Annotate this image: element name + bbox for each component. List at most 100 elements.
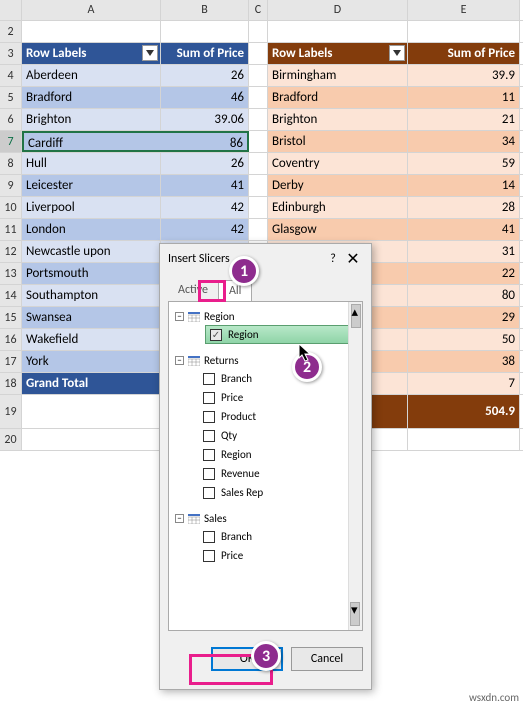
row-header[interactable]: 5 [0,87,22,108]
pivot-cell[interactable]: 39.06 [161,109,249,130]
collapse-icon[interactable]: − [175,356,184,365]
row-header[interactable]: 17 [0,351,22,372]
pivot-cell[interactable]: Portsmouth [22,263,161,284]
pivot-total-cell[interactable]: 504.9 [408,395,520,428]
collapse-icon[interactable]: − [175,312,184,321]
checkbox-icon[interactable] [203,487,215,499]
checkbox-icon[interactable] [203,430,215,442]
pivot-cell[interactable]: 86 [161,131,249,152]
table-row[interactable]: 10Liverpool42 Edinburgh28 [0,197,523,219]
pivot-cell[interactable]: Southampton [22,285,161,306]
table-row[interactable]: 2 [0,21,523,43]
pivot-cell[interactable]: Bradford [22,87,161,108]
row-header[interactable]: 10 [0,197,22,218]
pivot-cell[interactable]: 7 [408,373,520,394]
pivot-cell[interactable]: Wakefield [22,329,161,350]
row-header[interactable]: 15 [0,307,22,328]
pivot-cell[interactable]: Leicester [22,175,161,196]
pivot-cell[interactable]: York [22,351,161,372]
row-header[interactable]: 4 [0,65,22,86]
table-row[interactable]: 3Row LabelsSum of PriceRow LabelsSum of … [0,43,523,65]
pivot-cell[interactable]: 80 [408,285,520,306]
select-all-corner[interactable] [0,0,22,20]
checkbox-icon[interactable] [203,531,215,543]
pivot-cell[interactable]: 59 [408,153,520,174]
table-row[interactable]: 6Brighton39.06Brighton21 [0,109,523,131]
pivot-cell[interactable]: Aberdeen [22,65,161,86]
pivot-cell[interactable]: 26 [161,65,249,86]
tree-group-header[interactable]: −Region [173,308,358,325]
tree-item-selected[interactable]: Region [205,325,354,344]
pivot-cell[interactable]: 21 [408,109,520,130]
close-button[interactable]: ✕ [343,249,363,269]
pivot-cell[interactable]: 38 [408,351,520,372]
row-header[interactable]: 16 [0,329,22,350]
cancel-button[interactable]: Cancel [291,647,363,671]
pivot-cell[interactable]: London [22,219,161,240]
tree-item[interactable]: Sales Rep [201,483,358,502]
checkbox-icon[interactable] [203,392,215,404]
row-header[interactable]: 20 [0,429,22,450]
pivot-cell[interactable]: 22 [408,263,520,284]
pivot-cell[interactable]: 11 [408,87,520,108]
pivot-cell[interactable]: 41 [408,219,520,240]
tree-item[interactable]: Branch [201,527,358,546]
pivot-cell[interactable]: Derby [268,175,408,196]
pivot-cell[interactable]: Brighton [268,109,408,130]
col-header-A[interactable]: A [22,0,161,20]
scrollbar-top-arrow[interactable]: ▴ [351,304,361,328]
pivot-header[interactable]: Row Labels [268,43,408,64]
checkbox-icon[interactable] [203,468,215,480]
pivot-cell[interactable]: 14 [408,175,520,196]
tree-item[interactable]: Price [201,388,358,407]
pivot-cell[interactable]: 42 [161,197,249,218]
pivot-cell[interactable]: 28 [408,197,520,218]
table-row[interactable]: 4Aberdeen26 Birmingham39.9 [0,65,523,87]
pivot-cell[interactable]: Birmingham [268,65,408,86]
pivot-cell[interactable]: Swansea [22,307,161,328]
pivot-cell[interactable]: 29 [408,307,520,328]
pivot-cell[interactable]: Bradford [268,87,408,108]
pivot-cell[interactable]: Newcastle upon [22,241,161,262]
scrollbar-bottom-arrow[interactable]: ▾ [350,602,360,626]
row-header[interactable]: 3 [0,43,22,64]
col-header-B[interactable]: B [161,0,249,20]
pivot-cell[interactable]: 26 [161,153,249,174]
col-header-E[interactable]: E [408,0,520,20]
checkbox-icon[interactable] [203,550,215,562]
pivot-cell[interactable]: 39.9 [408,65,520,86]
table-row[interactable]: 8Hull26Coventry59 [0,153,523,175]
pivot-cell[interactable]: 50 [408,329,520,350]
checkbox-icon[interactable] [210,329,222,341]
filter-dropdown-icon[interactable] [389,45,405,61]
row-header[interactable]: 2 [0,21,22,42]
tree-item[interactable]: Revenue [201,464,358,483]
checkbox-icon[interactable] [203,411,215,423]
pivot-cell[interactable]: 42 [161,219,249,240]
checkbox-icon[interactable] [203,373,215,385]
tree-item[interactable]: Branch [201,369,358,388]
help-button[interactable]: ? [323,252,343,266]
pivot-cell[interactable]: 34 [408,131,520,152]
tree-item[interactable]: Qty [201,426,358,445]
pivot-cell[interactable]: 31 [408,241,520,262]
row-header[interactable]: 13 [0,263,22,284]
table-row[interactable]: 9Leicester41Derby14 [0,175,523,197]
row-header[interactable]: 7 [0,131,22,152]
collapse-icon[interactable]: − [175,514,184,523]
tab-active[interactable]: Active [168,280,218,301]
pivot-cell[interactable]: Cardiff [22,131,161,152]
pivot-cell[interactable]: 46 [161,87,249,108]
dialog-titlebar[interactable]: Insert Slicers ? ✕ [160,244,371,274]
pivot-cell[interactable]: Edinburgh [268,197,408,218]
pivot-cell[interactable]: Liverpool [22,197,161,218]
pivot-cell[interactable]: Glasgow [268,219,408,240]
pivot-cell[interactable]: Grand Total [22,373,161,394]
pivot-cell[interactable]: Hull [22,153,161,174]
row-header[interactable]: 14 [0,285,22,306]
scrollbar[interactable]: ▴ ▾ [348,302,362,630]
table-row[interactable]: 7Cardiff86 Bristol34 [0,131,523,153]
filter-dropdown-icon[interactable] [142,45,158,61]
pivot-cell[interactable]: Coventry [268,153,408,174]
pivot-cell[interactable]: Bristol [268,131,408,152]
